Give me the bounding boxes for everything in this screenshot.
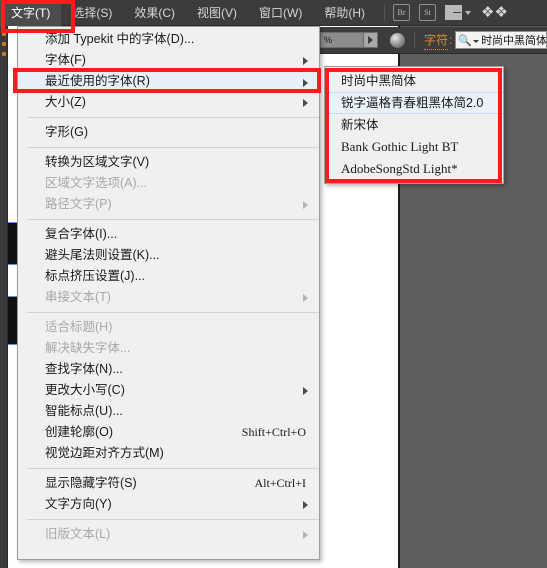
font-option[interactable]: 新宋体 xyxy=(325,114,503,136)
menu-separator xyxy=(27,468,319,469)
menu-option[interactable]: 转换为区域文字(V) xyxy=(18,152,319,173)
menu-option-label: 添加 Typekit 中的字体(D)... xyxy=(45,32,195,46)
menu-option-label: 字形(G) xyxy=(45,125,89,139)
menu-option[interactable]: 添加 Typekit 中的字体(D)... xyxy=(18,29,319,50)
menu-item-view[interactable]: 视图(V) xyxy=(186,0,248,26)
menu-option-label: 创建轮廓(O) xyxy=(45,425,114,439)
menu-option: 解决缺失字体... xyxy=(18,338,319,359)
font-family-value: 时尚中黑简体 xyxy=(481,35,547,47)
menu-separator xyxy=(27,117,319,118)
menu-option[interactable]: 智能标点(U)... xyxy=(18,401,319,422)
menu-option: 路径文字(P) xyxy=(18,194,319,215)
menu-option-label: 智能标点(U)... xyxy=(45,404,123,418)
tool-dot-icon[interactable] xyxy=(1,32,6,36)
chevron-down-icon[interactable] xyxy=(473,40,480,43)
menu-option[interactable]: 查找字体(N)... xyxy=(18,359,319,380)
chevron-right-icon xyxy=(303,501,308,509)
menu-option[interactable]: 避头尾法则设置(K)... xyxy=(18,245,319,266)
control-bar[interactable]: % 字符 : 🔍 时尚中黑简体 xyxy=(318,27,547,54)
menu-option-label: 复合字体(I)... xyxy=(45,227,118,241)
menu-option[interactable]: 创建轮廓(O) Shift+Ctrl+O xyxy=(18,422,319,443)
menu-option-label: 区域文字选项(A)... xyxy=(45,176,148,190)
menu-item-help[interactable]: 帮助(H) xyxy=(313,0,376,26)
tool-dot-icon[interactable] xyxy=(1,52,6,56)
menu-option-label: 视觉边距对齐方式(M) xyxy=(45,446,164,460)
menu-option-label: 路径文字(P) xyxy=(45,197,112,211)
menu-option-label: 串接文本(T) xyxy=(45,290,111,304)
menu-bar[interactable]: 文字(T) 选择(S) 效果(C) 视图(V) 窗口(W) 帮助(H) Br S… xyxy=(0,0,547,26)
menu-option: 区域文字选项(A)... xyxy=(18,173,319,194)
menu-separator xyxy=(27,519,319,520)
toolbar-divider xyxy=(414,31,415,49)
font-option[interactable]: AdobeSongStd Light* xyxy=(325,158,503,180)
menu-separator xyxy=(27,219,319,220)
menu-option: 旧版文本(L) xyxy=(18,524,319,545)
recent-fonts-submenu[interactable]: 时尚中黑简体 锐字逼格青春粗黑体简2.0 新宋体 Bank Gothic Light … xyxy=(324,66,504,184)
menu-option[interactable]: 复合字体(I)... xyxy=(18,224,319,245)
menu-option[interactable]: 标点挤压设置(J)... xyxy=(18,266,319,287)
bridge-icon[interactable]: Br xyxy=(393,4,410,21)
menu-option: 适合标题(H) xyxy=(18,317,319,338)
font-option[interactable]: Bank Gothic Light BT xyxy=(325,136,503,158)
menu-option-label: 适合标题(H) xyxy=(45,320,113,334)
menu-item-window[interactable]: 窗口(W) xyxy=(248,0,313,26)
menu-option-label: 解决缺失字体... xyxy=(45,341,131,355)
menu-option[interactable]: 大小(Z) xyxy=(18,92,319,113)
menu-option[interactable]: 视觉边距对齐方式(M) xyxy=(18,443,319,464)
menu-option-label: 最近使用的字体(R) xyxy=(45,74,150,88)
menu-option-shortcut: Alt+Ctrl+I xyxy=(254,476,306,490)
chevron-right-icon xyxy=(303,99,308,107)
menu-separator xyxy=(27,147,319,148)
menu-option-shortcut: Shift+Ctrl+O xyxy=(241,425,306,439)
menu-option-label: 避头尾法则设置(K)... xyxy=(45,248,160,262)
menu-option[interactable]: 字体(F) xyxy=(18,50,319,71)
chevron-right-icon xyxy=(303,531,308,539)
menu-option[interactable]: 文字方向(Y) xyxy=(18,494,319,515)
tool-dot-icon[interactable] xyxy=(1,42,6,46)
menu-option-label: 文字方向(Y) xyxy=(45,497,112,511)
arrange-documents-icon[interactable] xyxy=(445,5,471,20)
menu-option[interactable]: 字形(G) xyxy=(18,122,319,143)
play-arrow-icon[interactable] xyxy=(364,32,378,48)
character-colon: : xyxy=(449,33,453,47)
chevron-right-icon xyxy=(303,294,308,302)
opacity-field[interactable]: % xyxy=(320,32,364,48)
menu-option: 串接文本(T) xyxy=(18,287,319,308)
illustrator-logo-icon: ❖❖ xyxy=(481,4,508,21)
menubar-divider xyxy=(384,4,385,21)
menu-item-type[interactable]: 文字(T) xyxy=(0,0,62,26)
chevron-down-icon[interactable] xyxy=(465,10,471,15)
chevron-right-icon xyxy=(303,57,308,65)
menu-option-label: 大小(Z) xyxy=(45,95,86,109)
menu-option-label: 旧版文本(L) xyxy=(45,527,111,541)
menu-item-effect[interactable]: 效果(C) xyxy=(123,0,186,26)
character-label[interactable]: 字符 xyxy=(424,31,449,50)
menu-option[interactable]: 显示隐藏字符(S) Alt+Ctrl+I xyxy=(18,473,319,494)
stock-icon[interactable]: St xyxy=(419,4,436,21)
appearance-sphere-icon[interactable] xyxy=(390,32,405,48)
menu-item-select[interactable]: 选择(S) xyxy=(61,0,123,26)
menu-option-label: 查找字体(N)... xyxy=(45,362,123,376)
chevron-right-icon xyxy=(303,387,308,395)
menu-option-label: 显示隐藏字符(S) xyxy=(45,476,137,490)
menu-separator xyxy=(27,312,319,313)
type-dropdown-menu[interactable]: 添加 Typekit 中的字体(D)... 字体(F) 最近使用的字体(R) 大小(Z… xyxy=(17,26,320,560)
font-option[interactable]: 锐字逼格青春粗黑体简2.0 xyxy=(325,92,503,114)
chevron-right-icon xyxy=(303,79,308,87)
font-family-input[interactable]: 🔍 时尚中黑简体 xyxy=(455,31,547,49)
font-option[interactable]: 时尚中黑简体 xyxy=(325,70,503,92)
menu-option-label: 字体(F) xyxy=(45,53,86,67)
tools-panel[interactable] xyxy=(0,26,8,568)
menu-option-label: 更改大小写(C) xyxy=(45,383,125,397)
menu-option-label: 转换为区域文字(V) xyxy=(45,155,150,169)
menu-option[interactable]: 更改大小写(C) xyxy=(18,380,319,401)
chevron-right-icon xyxy=(303,201,308,209)
menu-option[interactable]: 最近使用的字体(R) xyxy=(18,71,319,92)
search-icon: 🔍 xyxy=(458,34,473,47)
menu-option-label: 标点挤压设置(J)... xyxy=(45,269,145,283)
